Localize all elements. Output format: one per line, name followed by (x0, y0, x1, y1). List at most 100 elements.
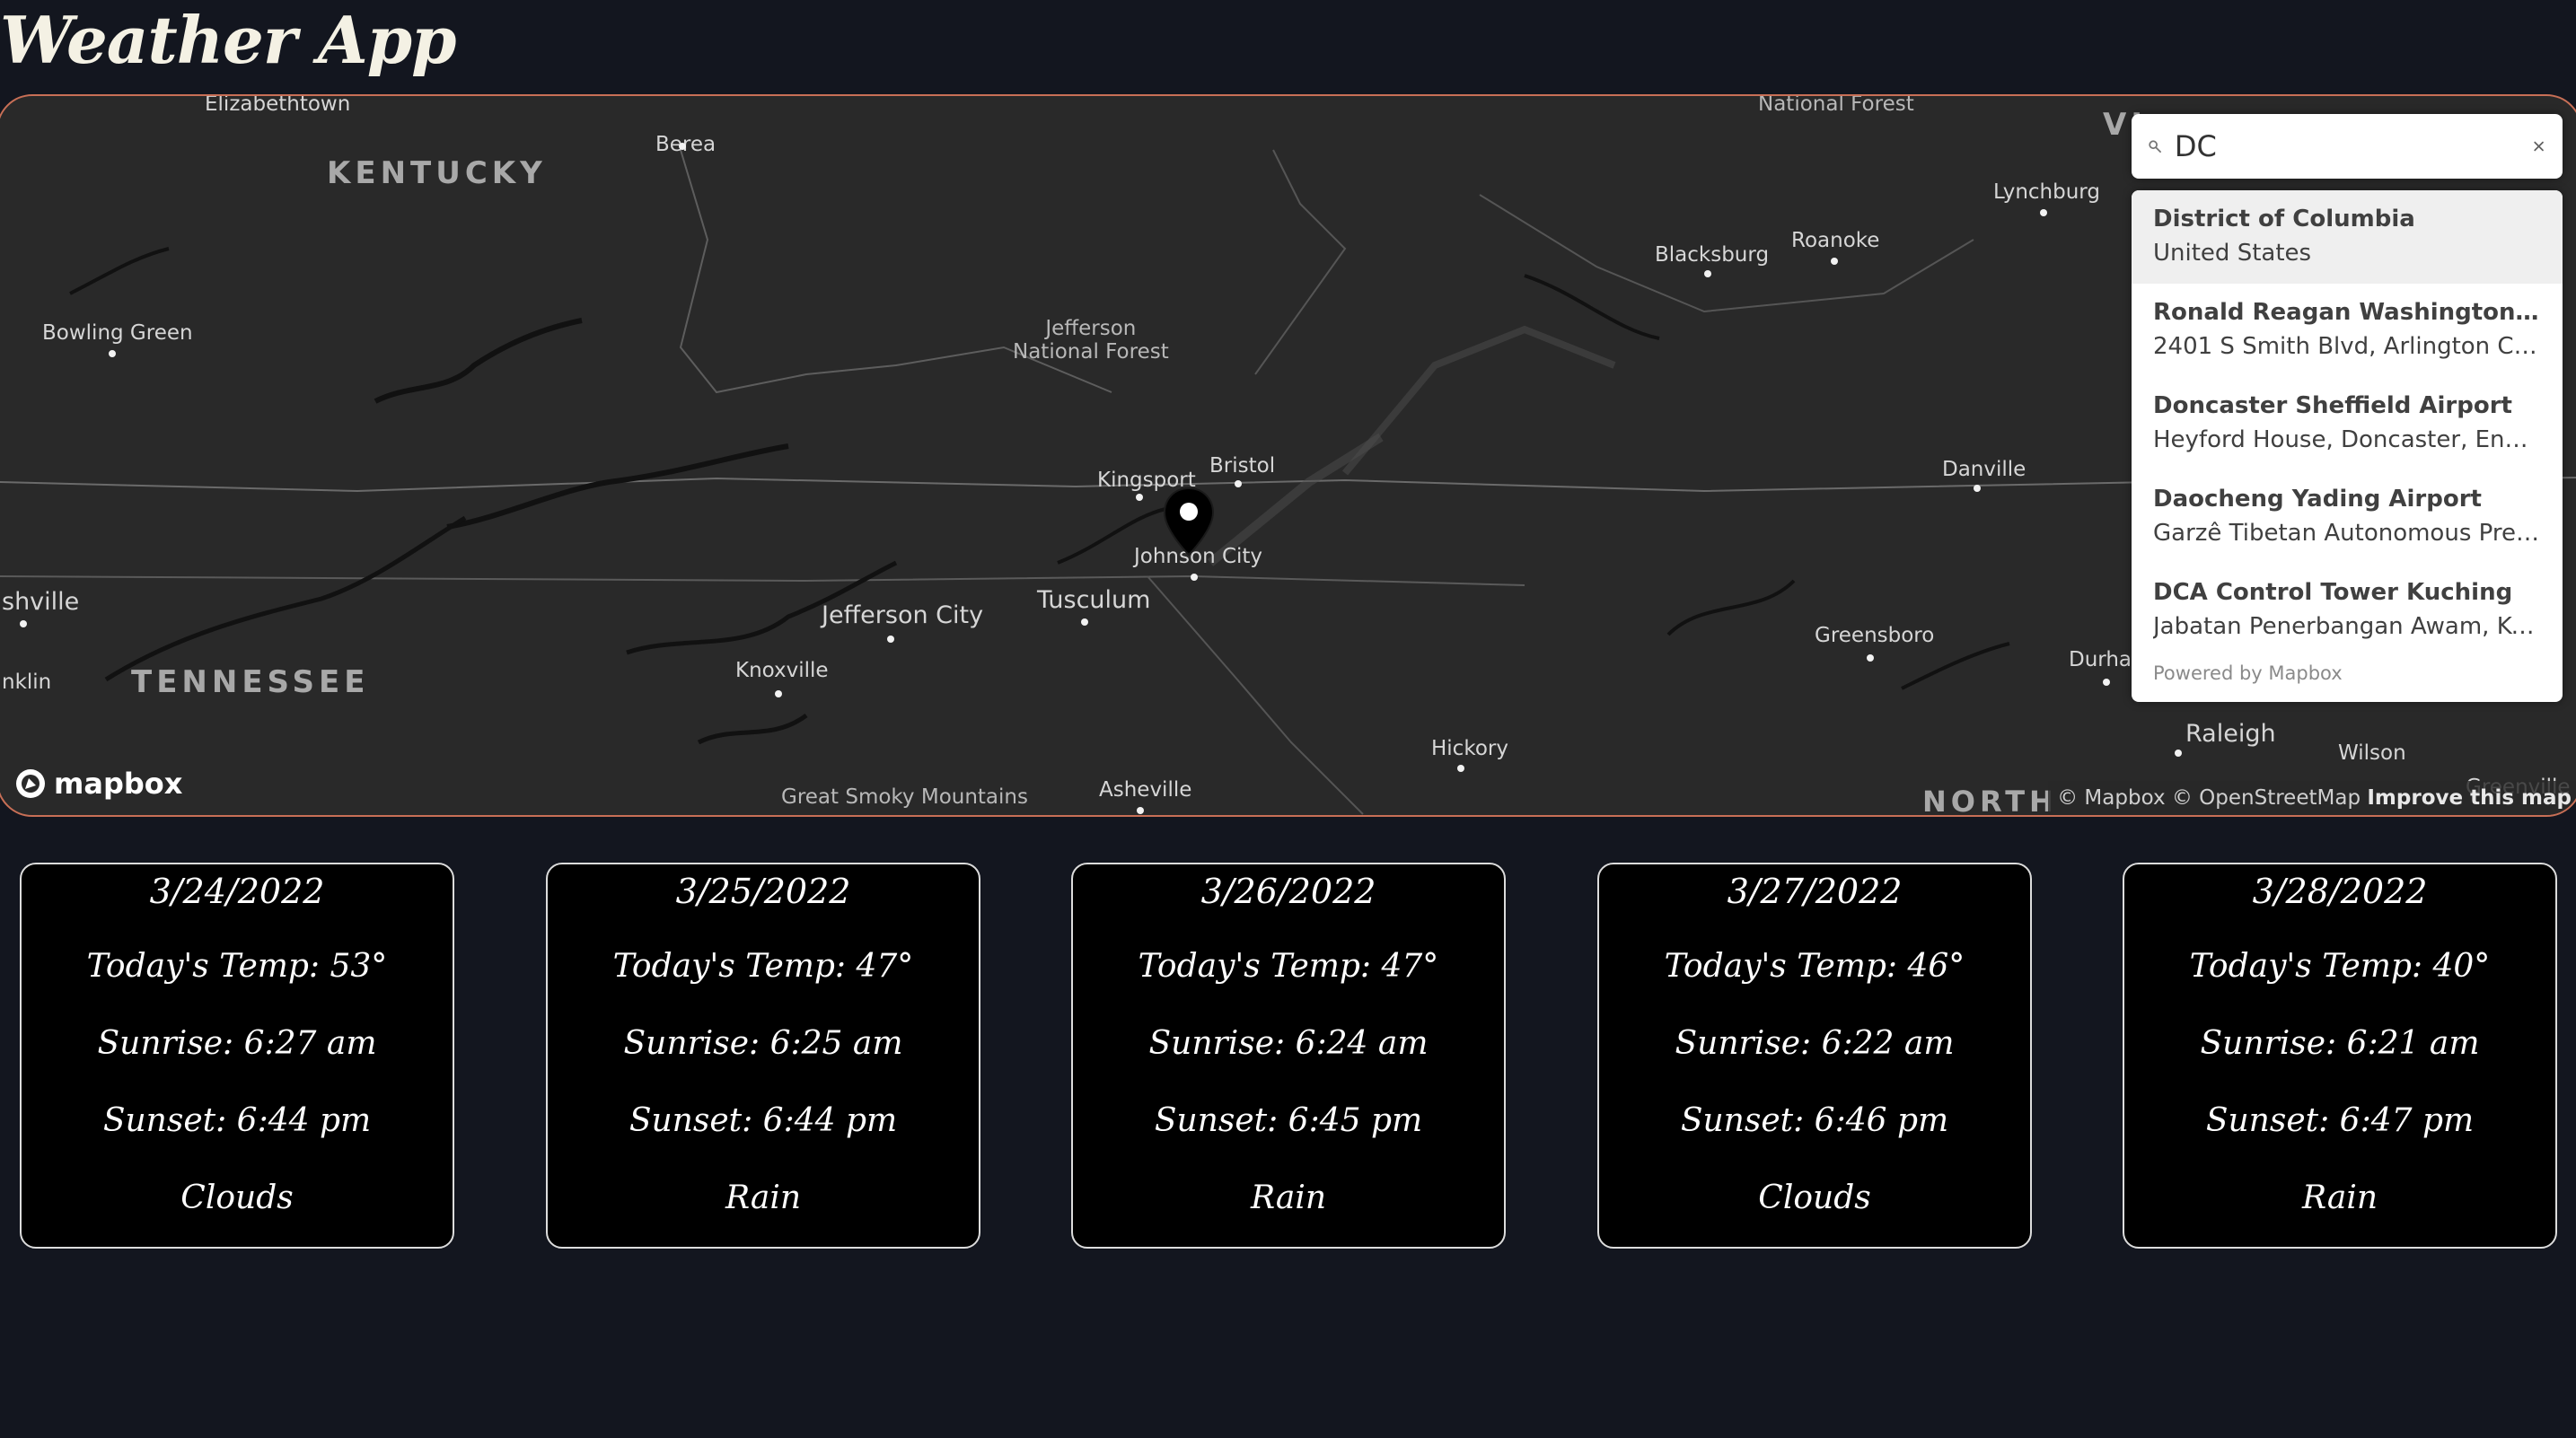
suggestion-title: Daocheng Yading Airport (2153, 486, 2482, 513)
suggestion-title: Ronald Reagan Washington National Airpor… (2153, 299, 2541, 326)
forecast-sunset: Sunset: 6:46 pm (1680, 1102, 1949, 1139)
city-dot (2040, 209, 2047, 216)
app-title: Weather App (0, 2, 456, 78)
forecast-condition: Rain (725, 1179, 802, 1216)
map-label-kentucky: KENTUCKY (327, 155, 547, 191)
map-label-bowling-green: Bowling Green (42, 321, 193, 345)
map-label-tennessee: TENNESSEE (131, 664, 370, 700)
forecast-date: 3/28/2022 (2252, 872, 2428, 911)
suggestion-address: Heyford House, Doncaster, England (2153, 426, 2541, 453)
map-label-hickory: Hickory (1431, 737, 1508, 760)
city-dot (2103, 679, 2110, 686)
search-suggestions: District of Columbia United States Ronal… (2132, 190, 2563, 702)
suggestion-item[interactable]: Ronald Reagan Washington National Airpor… (2132, 284, 2563, 377)
forecast-sunrise: Sunrise: 6:21 am (2200, 1025, 2480, 1062)
map-label-franklin: nklin (2, 671, 52, 694)
forecast-date: 3/24/2022 (149, 872, 325, 911)
city-dot (1831, 258, 1838, 265)
forecast-temp: Today's Temp: 40° (2189, 948, 2491, 985)
suggestion-title: District of Columbia (2153, 206, 2415, 232)
city-dot (1136, 494, 1143, 501)
map-label-nashville: shville (2, 588, 80, 616)
attribution-improve-link[interactable]: Improve this map (2367, 786, 2572, 810)
map-label-bristol: Bristol (1209, 454, 1276, 478)
forecast-temp: Today's Temp: 46° (1664, 948, 1965, 985)
search-icon (2149, 140, 2161, 153)
map-label-jefferson-nf: Jefferson National Forest (1013, 317, 1169, 364)
map-label-north: NORTH (1922, 785, 2058, 817)
powered-by-mapbox[interactable]: Powered by Mapbox (2132, 657, 2563, 702)
city-dot (1974, 485, 1981, 492)
map-label-lynchburg: Lynchburg (1993, 180, 2100, 204)
location-pin-icon[interactable] (1162, 487, 1216, 558)
mapbox-logo-text: mapbox (54, 767, 183, 801)
forecast-sunrise: Sunrise: 6:25 am (623, 1025, 903, 1062)
forecast-temp: Today's Temp: 47° (1138, 948, 1439, 985)
clear-search-icon[interactable] (2533, 133, 2545, 160)
forecast-temp: Today's Temp: 47° (612, 948, 914, 985)
city-dot (1081, 618, 1088, 626)
city-dot (1191, 574, 1198, 581)
forecast-card: 3/28/2022 Today's Temp: 40° Sunrise: 6:2… (2123, 863, 2557, 1249)
map-label-asheville: Asheville (1099, 778, 1192, 802)
forecast-condition: Rain (1250, 1179, 1327, 1216)
forecast-sunset: Sunset: 6:44 pm (629, 1102, 898, 1139)
forecast-date: 3/27/2022 (1727, 872, 1903, 911)
forecast-condition: Clouds (180, 1179, 294, 1216)
city-dot (775, 690, 782, 697)
forecast-sunset: Sunset: 6:45 pm (1154, 1102, 1423, 1139)
city-dot (679, 143, 686, 150)
forecast-sunrise: Sunrise: 6:27 am (97, 1025, 377, 1062)
forecast-sunset: Sunset: 6:47 pm (2205, 1102, 2475, 1139)
city-dot (20, 620, 27, 627)
map-label-national-forest: National Forest (1758, 94, 1914, 116)
suggestion-title: DCA Control Tower Kuching (2153, 579, 2513, 606)
suggestion-address: 2401 S Smith Blvd, Arlington County (2153, 333, 2541, 360)
forecast-card: 3/24/2022 Today's Temp: 53° Sunrise: 6:2… (20, 863, 454, 1249)
map-label-blacksburg: Blacksburg (1655, 243, 1770, 267)
suggestion-item[interactable]: Daocheng Yading Airport Garzê Tibetan Au… (2132, 470, 2563, 564)
map-label-roanoke: Roanoke (1791, 229, 1880, 252)
map-label-greensboro: Greensboro (1815, 624, 1935, 647)
forecast-card: 3/27/2022 Today's Temp: 46° Sunrise: 6:2… (1597, 863, 2032, 1249)
forecast-card: 3/26/2022 Today's Temp: 47° Sunrise: 6:2… (1071, 863, 1506, 1249)
forecast-sunset: Sunset: 6:44 pm (102, 1102, 372, 1139)
map-label-elizabethtown: Elizabethtown (205, 94, 351, 116)
city-dot (1137, 807, 1144, 814)
city-dot (1704, 270, 1711, 277)
forecast-condition: Clouds (1758, 1179, 1871, 1216)
city-dot (1235, 480, 1242, 487)
city-dot (1867, 654, 1874, 662)
city-dot (1457, 765, 1464, 772)
forecast-sunrise: Sunrise: 6:24 am (1148, 1025, 1429, 1062)
city-dot (109, 350, 116, 357)
map-label-knoxville: Knoxville (735, 659, 829, 682)
mapbox-logo[interactable]: mapbox (14, 767, 182, 801)
attribution-osm-link[interactable]: © OpenStreetMap (2172, 786, 2361, 810)
map-attribution: © Mapbox © OpenStreetMap Improve this ma… (2048, 781, 2576, 815)
suggestion-item[interactable]: DCA Control Tower Kuching Jabatan Penerb… (2132, 564, 2563, 657)
suggestion-address: United States (2153, 240, 2312, 267)
forecast-date: 3/26/2022 (1200, 872, 1376, 911)
forecast-condition: Rain (2301, 1179, 2378, 1216)
search-input[interactable] (2174, 129, 2533, 163)
forecast-temp: Today's Temp: 53° (86, 948, 388, 985)
suggestion-item[interactable]: Doncaster Sheffield Airport Heyford Hous… (2132, 377, 2563, 470)
map-label-great-smoky: Great Smoky Mountains (781, 785, 1028, 809)
map-label-raleigh: Raleigh (2185, 720, 2276, 748)
forecast-sunrise: Sunrise: 6:22 am (1675, 1025, 1955, 1062)
location-search (2132, 114, 2563, 179)
forecast-card: 3/25/2022 Today's Temp: 47° Sunrise: 6:2… (546, 863, 980, 1249)
city-dot (887, 636, 894, 643)
suggestion-item[interactable]: District of Columbia United States (2132, 190, 2563, 284)
suggestion-address: Garzê Tibetan Autonomous Prefecture (2153, 520, 2541, 547)
map-label-danville: Danville (1942, 458, 2027, 481)
attribution-mapbox-link[interactable]: © Mapbox (2057, 786, 2165, 810)
map-label-jefferson-city: Jefferson City (822, 601, 984, 629)
map-label-durham: Durha (2069, 648, 2132, 671)
map-label-wilson: Wilson (2338, 741, 2406, 765)
city-dot (2175, 750, 2182, 757)
suggestion-title: Doncaster Sheffield Airport (2153, 392, 2512, 419)
mapbox-logo-icon (16, 769, 45, 798)
forecast-date: 3/25/2022 (675, 872, 851, 911)
